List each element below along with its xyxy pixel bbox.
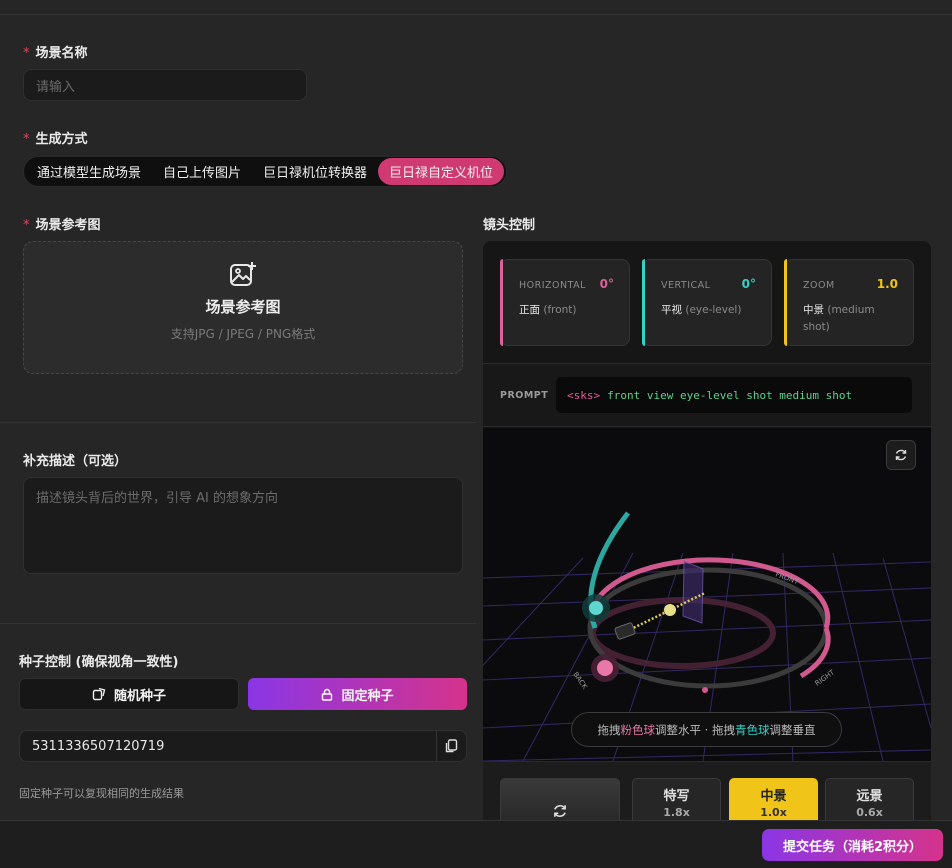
vertical-title: VERTICAL bbox=[661, 280, 711, 291]
prompt-text: front view eye-level shot medium shot bbox=[607, 388, 853, 402]
method-tab-custom[interactable]: 巨日禄自定义机位 bbox=[378, 158, 505, 185]
random-seed-button[interactable]: 随机种子 bbox=[19, 678, 239, 710]
horizontal-accent bbox=[500, 259, 503, 346]
vertical-accent bbox=[642, 259, 645, 346]
method-segmented-control: 通过模型生成场景 自己上传图片 巨日禄机位转换器 巨日禄自定义机位 bbox=[23, 156, 508, 187]
refresh-icon bbox=[554, 804, 566, 818]
horizontal-card: HORIZONTAL 0° 正面 (front) bbox=[500, 259, 630, 346]
seed-hint: 固定种子可以复现相同的生成结果 bbox=[19, 787, 184, 800]
random-seed-label: 随机种子 bbox=[113, 688, 166, 704]
drag-hint: 拖拽 粉色球 调整水平 · 拖拽 青色球 调整垂直 bbox=[571, 712, 842, 747]
upload-title: 场景参考图 bbox=[205, 298, 281, 316]
top-divider bbox=[0, 14, 952, 15]
section-divider bbox=[0, 422, 476, 423]
add-image-icon bbox=[230, 262, 256, 286]
scene-name-placeholder: 请输入 bbox=[36, 79, 76, 95]
horizontal-title: HORIZONTAL bbox=[519, 280, 586, 291]
cyan-handle[interactable] bbox=[589, 601, 603, 615]
prompt-output: <sks> front view eye-level shot medium sh… bbox=[556, 377, 912, 413]
submit-button[interactable]: 提交任务（消耗2积分） bbox=[762, 829, 943, 861]
horizontal-value: 0° bbox=[599, 277, 614, 291]
pink-handle[interactable] bbox=[597, 660, 613, 676]
prompt-label: PROMPT bbox=[500, 390, 549, 401]
pink-ball-text: 粉色球 bbox=[620, 722, 656, 737]
upload-formats: 支持JPG / JPEG / PNG格式 bbox=[170, 327, 316, 341]
lock-icon bbox=[322, 688, 333, 701]
fixed-seed-button[interactable]: 固定种子 bbox=[248, 678, 467, 710]
vertical-desc: 平视 (eye-level) bbox=[661, 304, 742, 316]
reference-upload-dropzone[interactable]: 场景参考图 支持JPG / JPEG / PNG格式 bbox=[23, 241, 463, 374]
right-label: RIGHT bbox=[814, 668, 837, 688]
zoom-value: 1.0 bbox=[876, 277, 898, 291]
reset-view-button[interactable] bbox=[886, 440, 916, 470]
prompt-row: PROMPT <sks> front view eye-level shot me… bbox=[483, 363, 931, 427]
zoom-handle[interactable] bbox=[664, 604, 676, 616]
orbit-marker bbox=[702, 687, 708, 693]
back-label: BACK bbox=[571, 671, 589, 691]
dice-icon bbox=[92, 687, 106, 701]
zoom-card: ZOOM 1.0 中景 (medium shot) bbox=[784, 259, 914, 346]
prompt-tag: <sks> bbox=[567, 388, 601, 402]
zoom-title: ZOOM bbox=[803, 280, 835, 291]
copy-icon[interactable] bbox=[445, 739, 458, 753]
method-tab-converter[interactable]: 巨日禄机位转换器 bbox=[252, 158, 378, 185]
seed-value: 5311336507120719 bbox=[32, 738, 165, 754]
seed-label: 种子控制 (确保视角一致性) bbox=[19, 655, 179, 670]
scene-name-input[interactable]: 请输入 bbox=[23, 69, 307, 101]
supplement-placeholder: 描述镜头背后的世界，引导 AI 的想象方向 bbox=[36, 491, 278, 506]
refresh-icon bbox=[895, 449, 907, 461]
seed-copy-divider bbox=[436, 731, 437, 761]
section-divider-2 bbox=[0, 623, 476, 624]
camera-control-panel: HORIZONTAL 0° 正面 (front) VERTICAL 0° 平视 … bbox=[483, 241, 931, 841]
zoom-accent bbox=[784, 259, 787, 346]
method-tab-upload[interactable]: 自己上传图片 bbox=[152, 158, 252, 185]
fixed-seed-label: 固定种子 bbox=[341, 688, 394, 704]
method-tab-model[interactable]: 通过模型生成场景 bbox=[26, 158, 152, 185]
supplement-label: 补充描述（可选） bbox=[23, 454, 128, 469]
camera-3d-viewport[interactable]: FRONT RIGHT BACK 拖拽 粉色球 调整水平 · 拖拽 青色球 调整垂直 bbox=[483, 428, 931, 761]
zoom-desc: 中景 (medium shot) bbox=[803, 304, 875, 333]
scene-name-label: * 场景名称 bbox=[23, 46, 88, 61]
vertical-card: VERTICAL 0° 平视 (eye-level) bbox=[642, 259, 772, 346]
camera-control-title: 镜头控制 bbox=[483, 218, 536, 233]
camera-body bbox=[614, 622, 636, 640]
vertical-value: 0° bbox=[741, 277, 756, 291]
seed-value-input[interactable]: 5311336507120719 bbox=[19, 730, 467, 762]
subject-plane bbox=[682, 560, 704, 624]
supplement-textarea[interactable]: 描述镜头背后的世界，引导 AI 的想象方向 bbox=[23, 477, 463, 574]
horizontal-desc: 正面 (front) bbox=[519, 304, 577, 316]
method-label: * 生成方式 bbox=[23, 132, 88, 147]
reference-label: * 场景参考图 bbox=[23, 218, 101, 233]
cyan-ball-text: 青色球 bbox=[734, 722, 770, 737]
